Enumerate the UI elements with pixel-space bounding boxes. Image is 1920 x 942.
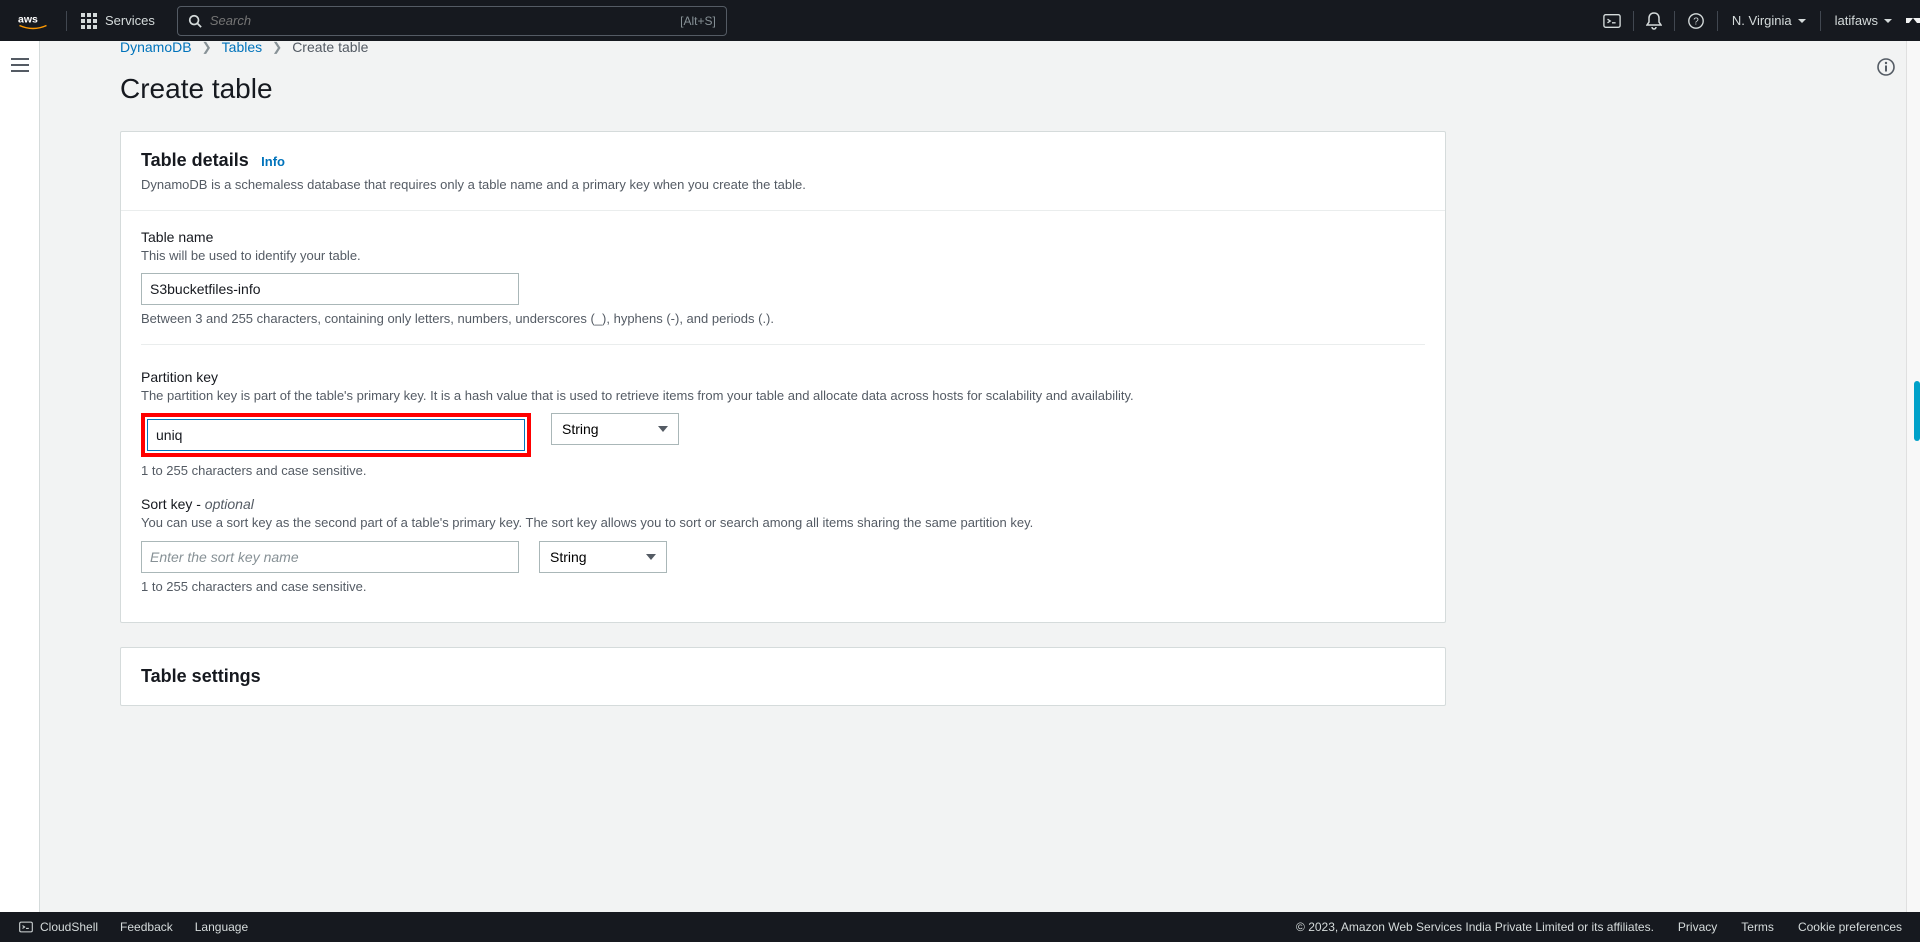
sort-key-type-value: String [550, 549, 587, 565]
partition-key-type-value: String [562, 421, 599, 437]
cloudshell-icon [1603, 12, 1621, 30]
divider [141, 344, 1425, 345]
search-shortcut: [Alt+S] [680, 14, 716, 28]
info-panel-toggle[interactable] [1876, 57, 1896, 77]
table-name-input[interactable] [141, 273, 519, 305]
breadcrumb-tables[interactable]: Tables [222, 41, 262, 55]
breadcrumb: DynamoDB ❯ Tables ❯ Create table [120, 41, 1446, 55]
cloudshell-icon-button[interactable] [1591, 0, 1633, 41]
partition-key-field: Partition key The partition key is part … [141, 369, 1425, 478]
chevron-down-icon [658, 426, 668, 432]
page-title: Create table [120, 73, 1446, 105]
aws-logo[interactable]: aws [0, 12, 66, 30]
search-input[interactable] [210, 13, 672, 28]
table-name-label: Table name [141, 229, 1425, 245]
sort-key-desc: You can use a sort key as the second par… [141, 514, 1425, 532]
sort-key-type-select[interactable]: String [539, 541, 667, 573]
breadcrumb-root[interactable]: DynamoDB [120, 41, 192, 55]
menu-icon[interactable] [11, 57, 29, 912]
table-settings-panel: Table settings [120, 647, 1446, 706]
cookie-preferences-link[interactable]: Cookie preferences [1798, 920, 1902, 934]
search-wrap: [Alt+S] [177, 6, 727, 36]
bell-icon [1646, 12, 1662, 30]
chevron-down-icon [1798, 19, 1806, 23]
services-label: Services [105, 13, 155, 28]
table-details-heading: Table details [141, 150, 249, 170]
table-details-sub: DynamoDB is a schemaless database that r… [141, 177, 1425, 192]
services-button[interactable]: Services [67, 13, 169, 29]
table-details-panel: Table details Info DynamoDB is a schemal… [120, 131, 1446, 623]
chevron-right-icon: ❯ [272, 41, 282, 54]
copyright: © 2023, Amazon Web Services India Privat… [1296, 920, 1654, 934]
panel-body: Table name This will be used to identify… [121, 211, 1445, 622]
content-scroll[interactable]: DynamoDB ❯ Tables ❯ Create table Create … [40, 41, 1866, 912]
footer: CloudShell Feedback Language © 2023, Ama… [0, 912, 1920, 942]
top-nav: aws Services [Alt+S] ? N. Virginia [0, 0, 1920, 41]
language-link[interactable]: Language [195, 920, 248, 934]
table-name-desc: This will be used to identify your table… [141, 247, 1425, 265]
highlight-annotation [141, 413, 531, 457]
partition-key-type-select[interactable]: String [551, 413, 679, 445]
sort-key-field: Sort key - optional You can use a sort k… [141, 496, 1425, 593]
info-link[interactable]: Info [261, 154, 285, 169]
cloudshell-link[interactable]: CloudShell [18, 920, 98, 934]
chevron-down-icon [1884, 19, 1892, 23]
chevron-right-icon: ❯ [202, 41, 212, 54]
help-button[interactable]: ? [1675, 0, 1717, 41]
feedback-link[interactable]: Feedback [120, 920, 173, 934]
privacy-link[interactable]: Privacy [1678, 920, 1717, 934]
breadcrumb-current: Create table [292, 41, 368, 55]
sort-key-help: 1 to 255 characters and case sensitive. [141, 579, 1425, 594]
chevron-down-icon [646, 554, 656, 560]
partition-key-desc: The partition key is part of the table's… [141, 387, 1425, 405]
cloudshell-icon [18, 920, 34, 934]
search-icon [188, 14, 202, 28]
account-menu[interactable]: latifaws [1821, 0, 1906, 41]
partition-key-input[interactable] [147, 419, 525, 451]
sort-key-input[interactable] [141, 541, 519, 573]
nav-right: ? N. Virginia latifaws [1591, 0, 1906, 41]
help-icon: ? [1687, 12, 1705, 30]
scroll-thumb[interactable] [1914, 381, 1920, 441]
table-settings-heading: Table settings [141, 666, 261, 686]
notifications-button[interactable] [1634, 0, 1674, 41]
svg-text:?: ? [1693, 16, 1699, 27]
scrollbar[interactable] [1906, 41, 1920, 912]
panel-header: Table details Info DynamoDB is a schemal… [121, 132, 1445, 211]
cloudshell-label: CloudShell [40, 920, 98, 934]
sort-key-label: Sort key - optional [141, 496, 1425, 512]
left-rail [0, 41, 40, 912]
region-label: N. Virginia [1732, 13, 1792, 28]
user-label: latifaws [1835, 13, 1878, 28]
table-name-field: Table name This will be used to identify… [141, 229, 1425, 326]
table-name-help: Between 3 and 255 characters, containing… [141, 311, 1425, 326]
body: DynamoDB ❯ Tables ❯ Create table Create … [0, 41, 1920, 912]
svg-text:aws: aws [18, 13, 38, 25]
search-box[interactable]: [Alt+S] [177, 6, 727, 36]
partition-key-help: 1 to 255 characters and case sensitive. [141, 463, 1425, 478]
right-rail [1866, 41, 1906, 912]
terms-link[interactable]: Terms [1741, 920, 1774, 934]
partition-key-label: Partition key [141, 369, 1425, 385]
scroll-up-indicator[interactable] [1906, 18, 1920, 23]
grid-icon [81, 13, 97, 29]
panel-header: Table settings [121, 648, 1445, 705]
region-selector[interactable]: N. Virginia [1718, 0, 1820, 41]
